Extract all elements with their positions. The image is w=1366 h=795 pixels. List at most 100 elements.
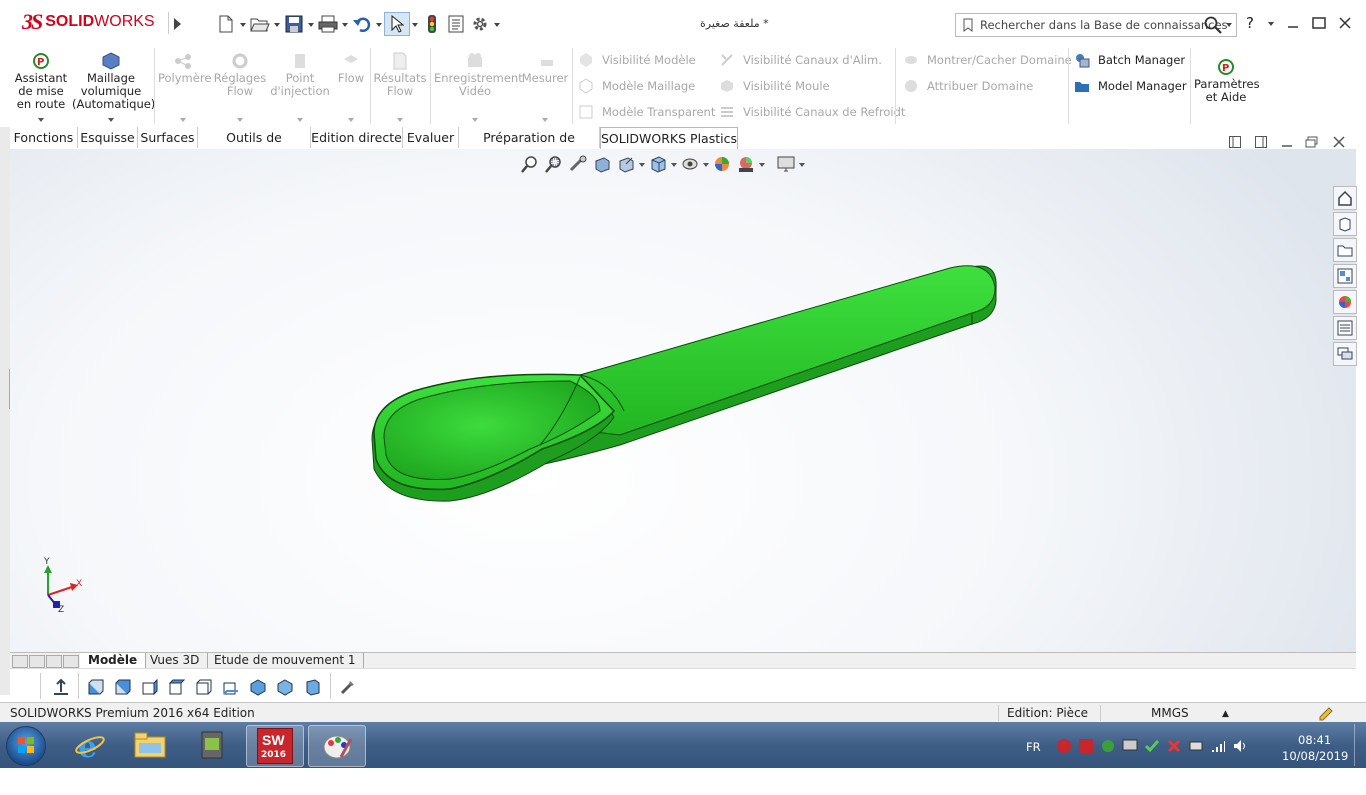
options-dropdown[interactable] xyxy=(492,13,502,35)
network-signal-icon[interactable] xyxy=(1210,738,1226,784)
injection-point-button[interactable]: Point d'injection xyxy=(270,52,330,122)
file-explorer-folder-icon[interactable] xyxy=(1333,238,1357,262)
unit-system-selector[interactable]: MMGS xyxy=(1151,706,1189,720)
assign-domain-button[interactable]: Attribuer Domaine xyxy=(903,78,1033,94)
dynamic-annotation-icon[interactable] xyxy=(614,153,638,175)
display-style-dropdown[interactable] xyxy=(702,153,710,175)
trimetric-view-icon[interactable] xyxy=(274,676,296,698)
search-dropdown-icon[interactable] xyxy=(1226,23,1232,27)
security-alert-tray-icon[interactable] xyxy=(1166,738,1182,784)
view-orientation-icon[interactable] xyxy=(646,153,670,175)
front-view-icon[interactable] xyxy=(85,676,107,698)
section-view-icon[interactable] xyxy=(590,153,614,175)
runner-visibility-button[interactable]: Visibilité Canaux d'Alim. xyxy=(719,52,882,68)
tab-3d-views[interactable]: Vues 3D xyxy=(142,653,209,668)
left-view-icon[interactable] xyxy=(139,676,161,698)
display-tray-icon[interactable] xyxy=(1122,738,1138,784)
view-settings-monitor-icon[interactable] xyxy=(774,153,798,175)
tab-evaluate[interactable]: Evaluer xyxy=(403,127,459,148)
save-dropdown[interactable] xyxy=(306,13,316,35)
polymer-button[interactable]: Polymère xyxy=(158,52,211,122)
appearances-scenes-icon[interactable] xyxy=(1333,290,1357,314)
options-gear-icon[interactable] xyxy=(468,13,492,35)
tile-left-icon[interactable] xyxy=(1227,135,1243,149)
file-explorer-icon[interactable] xyxy=(122,725,178,765)
display-style-icon[interactable] xyxy=(678,153,702,175)
orientation-dropdown[interactable] xyxy=(670,153,678,175)
edit-appearance-icon[interactable] xyxy=(710,153,734,175)
select-dropdown[interactable] xyxy=(410,13,420,35)
isometric-view-icon[interactable] xyxy=(247,676,269,698)
tab-sketch[interactable]: Esquisse xyxy=(78,127,138,148)
clock-date[interactable]: 10/08/2019 xyxy=(1282,749,1348,795)
print-icon[interactable] xyxy=(316,13,340,35)
action-center-tray-icon[interactable] xyxy=(1144,738,1160,784)
tab-scroll-controls[interactable] xyxy=(12,655,80,668)
tab-analysis-preparation[interactable]: Préparation de l'analyse xyxy=(459,127,600,166)
design-library-icon[interactable] xyxy=(1333,212,1357,236)
file-properties-icon[interactable] xyxy=(444,13,468,35)
help-button[interactable]: ? xyxy=(1246,14,1254,32)
annotation-dropdown[interactable] xyxy=(638,153,646,175)
zoom-area-icon[interactable] xyxy=(542,153,566,175)
scene-dropdown[interactable] xyxy=(758,153,766,175)
setup-wizard-button[interactable]: P Assistant de mise en route xyxy=(12,52,70,122)
flow-button[interactable]: Flow xyxy=(334,52,368,122)
model-visibility-button[interactable]: Visibilité Modèle xyxy=(578,52,696,68)
flow-settings-button[interactable]: Réglages Flow xyxy=(212,52,268,122)
start-button[interactable] xyxy=(6,726,46,766)
normal-to-icon[interactable] xyxy=(50,676,72,698)
close-window-button[interactable] xyxy=(1334,12,1356,34)
video-record-button[interactable]: Enregistrement Vidéo xyxy=(434,52,523,122)
cooling-visibility-button[interactable]: Visibilité Canaux de Refroidt xyxy=(719,104,905,120)
measure-button[interactable]: Mesurer xyxy=(520,52,570,122)
paint-app-icon[interactable] xyxy=(308,725,366,767)
tab-model[interactable]: Modèle xyxy=(80,653,147,668)
undo-icon[interactable] xyxy=(350,13,374,35)
tile-right-icon[interactable] xyxy=(1253,135,1269,149)
solidworks-taskbar-icon[interactable]: SW 2016 xyxy=(246,725,304,767)
new-dropdown[interactable] xyxy=(238,13,248,35)
graphics-area[interactable]: Y X Z xyxy=(10,149,1356,652)
settings-help-button[interactable]: P Paramètres et Aide xyxy=(1194,58,1260,104)
flow-results-button[interactable]: Résultats Flow xyxy=(372,52,428,122)
show-hide-domain-button[interactable]: Montrer/Cacher Domaine xyxy=(903,52,1072,68)
back-view-icon[interactable] xyxy=(112,676,134,698)
bottom-view-icon[interactable] xyxy=(220,676,242,698)
android-app-icon[interactable] xyxy=(184,725,240,765)
tab-features[interactable]: Fonctions xyxy=(10,127,78,148)
custom-properties-icon[interactable] xyxy=(1333,316,1357,340)
mesh-model-button[interactable]: Modèle Maillage xyxy=(578,78,695,94)
undo-dropdown[interactable] xyxy=(374,13,384,35)
batch-manager-button[interactable]: Batch Manager xyxy=(1074,52,1185,68)
open-folder-icon[interactable] xyxy=(248,13,272,35)
zoom-to-fit-icon[interactable] xyxy=(518,153,542,175)
mold-visibility-button[interactable]: Visibilité Moule xyxy=(719,78,830,94)
menu-expand-arrow[interactable] xyxy=(168,12,185,34)
save-icon[interactable] xyxy=(282,13,306,35)
dimetric-view-icon[interactable] xyxy=(301,676,323,698)
previous-view-icon[interactable] xyxy=(566,153,590,175)
view-selector-icon[interactable] xyxy=(337,676,359,698)
open-dropdown[interactable] xyxy=(272,13,282,35)
input-language-indicator[interactable]: FR xyxy=(1026,740,1041,786)
solidworks-resources-home-icon[interactable] xyxy=(1333,186,1357,210)
new-document-icon[interactable] xyxy=(214,13,238,35)
rebuild-traffic-light-icon[interactable] xyxy=(420,13,444,35)
solid-mesh-button[interactable]: Maillage volumique (Automatique) xyxy=(72,52,155,122)
internet-explorer-icon[interactable]: e xyxy=(62,725,118,765)
show-desktop-button[interactable] xyxy=(1354,724,1365,766)
tab-motion-study[interactable]: Etude de mouvement 1 xyxy=(206,653,365,668)
help-dropdown-icon[interactable] xyxy=(1268,22,1274,26)
viewport-minimize-icon[interactable] xyxy=(1279,135,1295,149)
tab-surfaces[interactable]: Surfaces xyxy=(138,127,198,148)
tab-direct-editing[interactable]: Edition directe xyxy=(311,127,403,148)
viewport-restore-icon[interactable] xyxy=(1304,135,1320,149)
tab-solidworks-plastics[interactable]: SOLIDWORKS Plastics xyxy=(600,127,738,150)
top-view-icon[interactable] xyxy=(193,676,215,698)
select-pointer-icon[interactable] xyxy=(384,12,410,36)
solidworks-tray-icon[interactable] xyxy=(1056,738,1072,784)
solidworks-logo[interactable]: 3S SOLID WORKS xyxy=(22,9,155,34)
model-manager-button[interactable]: Model Manager xyxy=(1074,78,1187,94)
network-share-tray-icon[interactable] xyxy=(1100,738,1116,784)
